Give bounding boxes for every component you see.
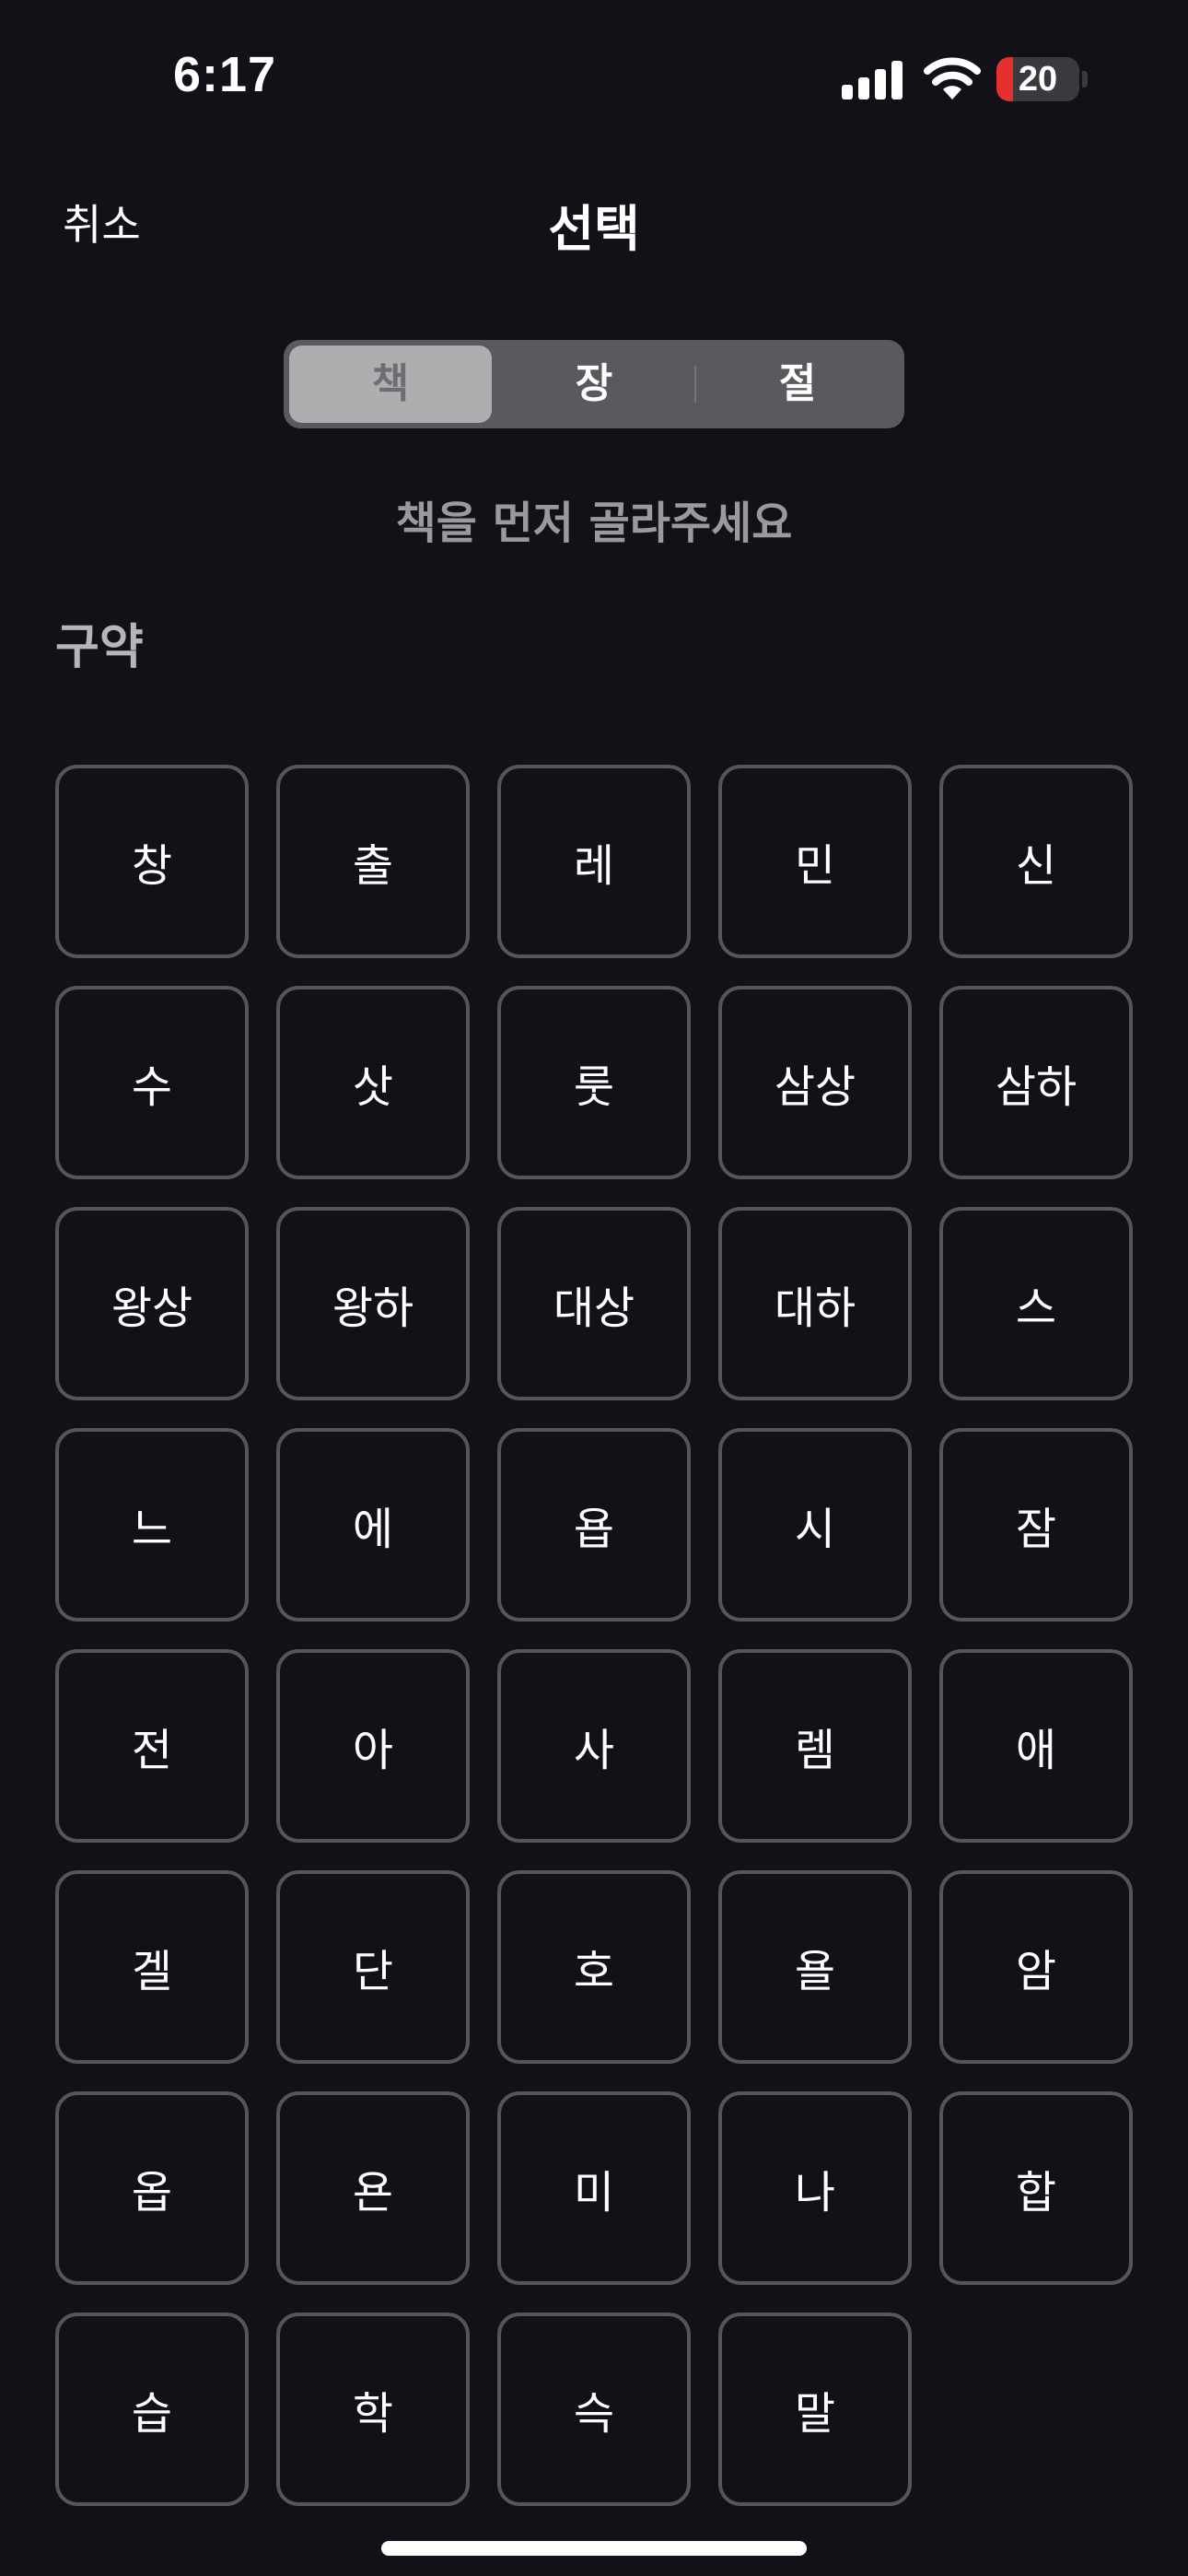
book-button[interactable]: 삼하 [939,986,1133,1179]
book-button[interactable]: 룻 [497,986,691,1179]
book-button[interactable]: 아 [276,1649,470,1843]
book-button[interactable]: 왕하 [276,1207,470,1400]
section-title-old-testament: 구약 [55,620,144,675]
book-button[interactable]: 단 [276,1870,470,2064]
tab-book[interactable]: 책 [289,345,492,423]
book-button[interactable]: 대상 [497,1207,691,1400]
book-button[interactable]: 욥 [497,1428,691,1622]
page-title: 선택 [548,200,640,258]
book-button[interactable]: 슥 [497,2313,691,2506]
book-button[interactable]: 수 [55,986,249,1179]
book-button[interactable]: 사 [497,1649,691,1843]
book-button[interactable]: 삿 [276,986,470,1179]
instruction-text: 책을 먼저 골라주세요 [395,498,793,549]
book-button[interactable]: 왕상 [55,1207,249,1400]
book-button[interactable]: 미 [497,2091,691,2285]
segmented-control: 책 장 절 [284,340,904,428]
book-button[interactable]: 잠 [939,1428,1133,1622]
status-time: 6:17 [173,47,277,102]
book-button[interactable]: 민 [718,765,912,958]
tab-chapter[interactable]: 장 [493,345,695,423]
book-button[interactable]: 창 [55,765,249,958]
book-button[interactable]: 욘 [276,2091,470,2285]
book-button[interactable]: 습 [55,2313,249,2506]
wifi-icon [924,57,981,100]
book-button[interactable]: 호 [497,1870,691,2064]
book-button[interactable]: 애 [939,1649,1133,1843]
book-button[interactable]: 출 [276,765,470,958]
battery-indicator: 20 [996,57,1079,101]
cellular-signal-icon [842,61,903,100]
book-button[interactable]: 느 [55,1428,249,1622]
book-button[interactable]: 옵 [55,2091,249,2285]
home-indicator[interactable] [381,2541,807,2556]
book-grid: 창 출 레 민 신수 삿 룻 삼상 삼하왕상 왕하 대상 대하 스느 에 욥 시 잠전 아 사 렘 애겔 단 호 욜 암옵 욘 미 나… [55,765,1133,2506]
book-button[interactable]: 신 [939,765,1133,958]
book-button[interactable]: 암 [939,1870,1133,2064]
book-button[interactable]: 에 [276,1428,470,1622]
battery-cap [1082,71,1088,88]
book-button[interactable]: 삼상 [718,986,912,1179]
book-button[interactable]: 합 [939,2091,1133,2285]
book-button[interactable]: 전 [55,1649,249,1843]
book-button[interactable]: 레 [497,765,691,958]
book-button[interactable]: 말 [718,2313,912,2506]
battery-level: 20 [1018,60,1058,99]
book-button[interactable]: 겔 [55,1870,249,2064]
book-button[interactable]: 나 [718,2091,912,2285]
book-button[interactable]: 시 [718,1428,912,1622]
book-button[interactable]: 대하 [718,1207,912,1400]
tab-verse[interactable]: 절 [696,345,899,423]
book-button[interactable]: 스 [939,1207,1133,1400]
book-button[interactable]: 욜 [718,1870,912,2064]
book-button[interactable]: 학 [276,2313,470,2506]
book-button[interactable]: 렘 [718,1649,912,1843]
